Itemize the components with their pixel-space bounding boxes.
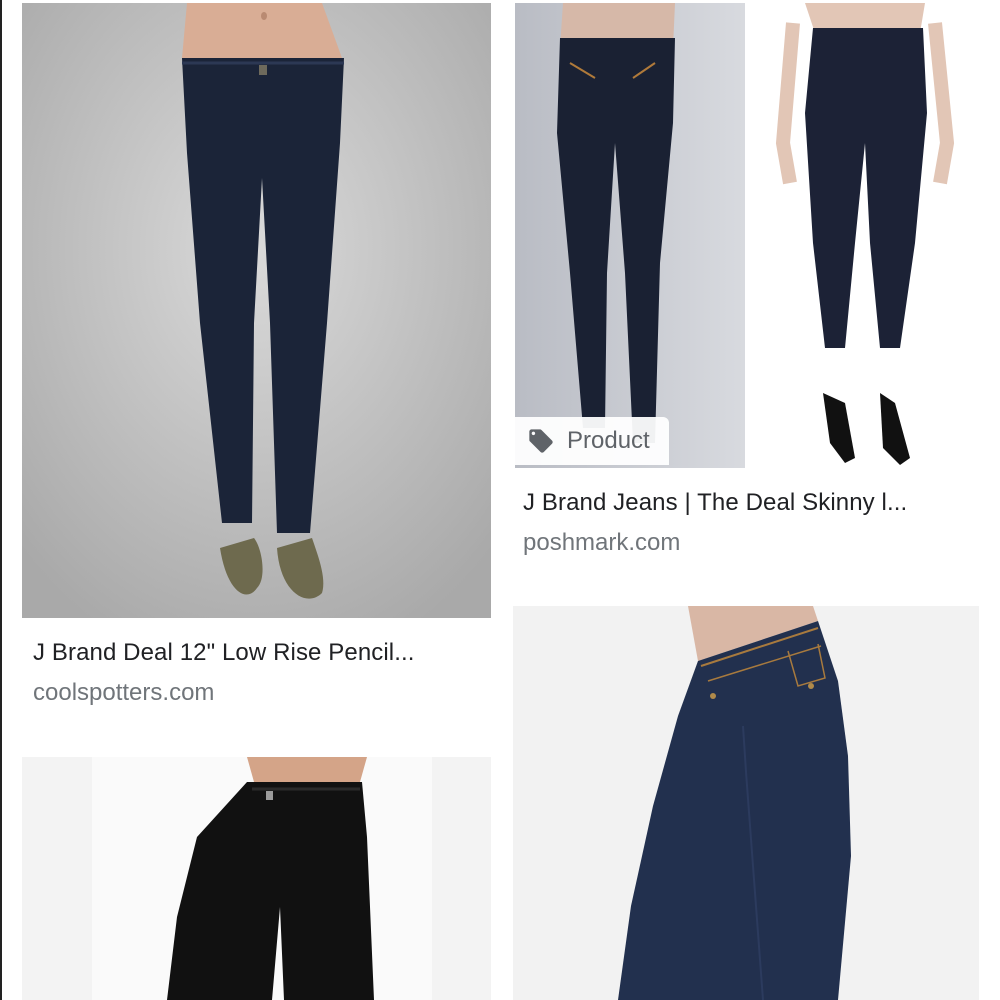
product-badge-label: Product — [567, 427, 650, 454]
result-image-3[interactable] — [22, 757, 491, 1000]
result-card-3[interactable] — [0, 740, 500, 1000]
result-title-2[interactable]: J Brand Jeans | The Deal Skinny l... — [523, 489, 973, 517]
result-title-1[interactable]: J Brand Deal 12" Low Rise Pencil... — [33, 639, 483, 667]
result-card-1[interactable]: J Brand Deal 12" Low Rise Pencil... cool… — [0, 0, 500, 730]
result-source-2: poshmark.com — [523, 529, 681, 556]
jeans-photo-4 — [513, 606, 979, 1000]
product-badge: Product — [515, 417, 669, 465]
result-image-2[interactable] — [515, 3, 979, 468]
tag-icon — [527, 427, 555, 455]
result-card-2[interactable]: J Brand Jeans | The Deal Skinny l... pos… — [500, 0, 1000, 580]
result-image-1[interactable] — [22, 3, 491, 618]
jeans-photo-3 — [22, 757, 491, 1000]
result-image-4[interactable] — [513, 606, 979, 1000]
jeans-photo-1 — [22, 3, 491, 618]
result-card-4[interactable] — [500, 600, 1000, 1000]
jeans-photo-2 — [515, 3, 979, 468]
result-source-1: coolspotters.com — [33, 679, 215, 706]
